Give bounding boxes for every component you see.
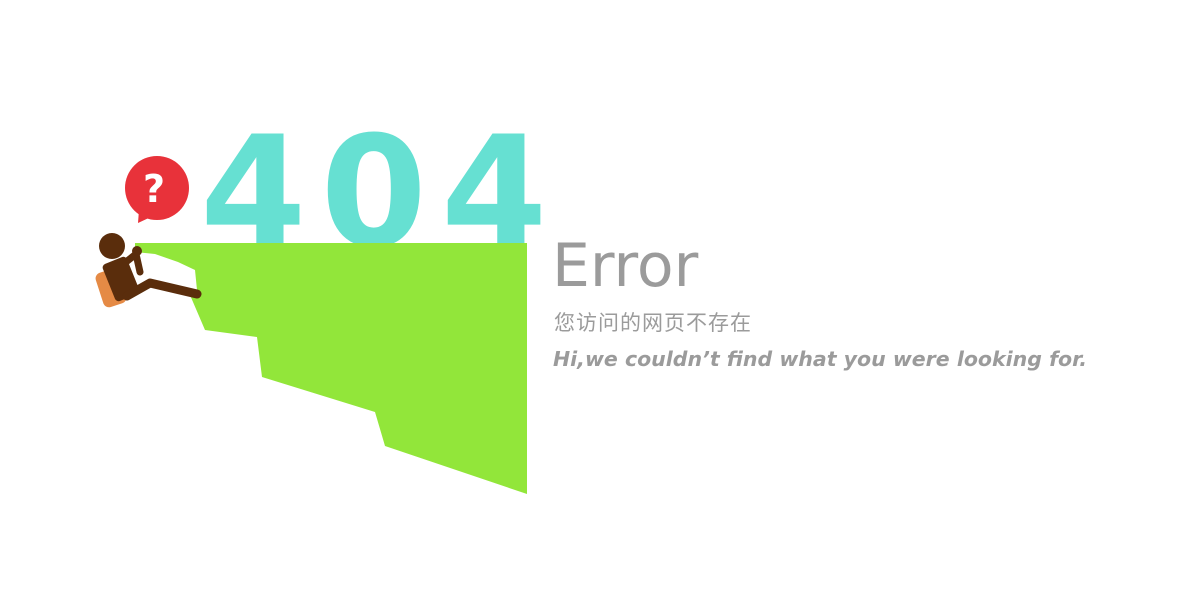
question-bubble-icon: ?: [125, 156, 189, 223]
error-message-english: Hi,we couldn’t find what you were lookin…: [553, 347, 1088, 371]
cliff-shape: [135, 243, 527, 494]
error-title: Error: [552, 231, 699, 301]
question-mark: ?: [143, 167, 165, 211]
error-message-chinese: 您访问的网页不存在: [554, 311, 752, 335]
error-page: 404 ? Error 您访问的网页不存在 Hi,we couldn’t fin…: [0, 0, 1190, 600]
error-illustration: 404 ?: [95, 104, 547, 494]
